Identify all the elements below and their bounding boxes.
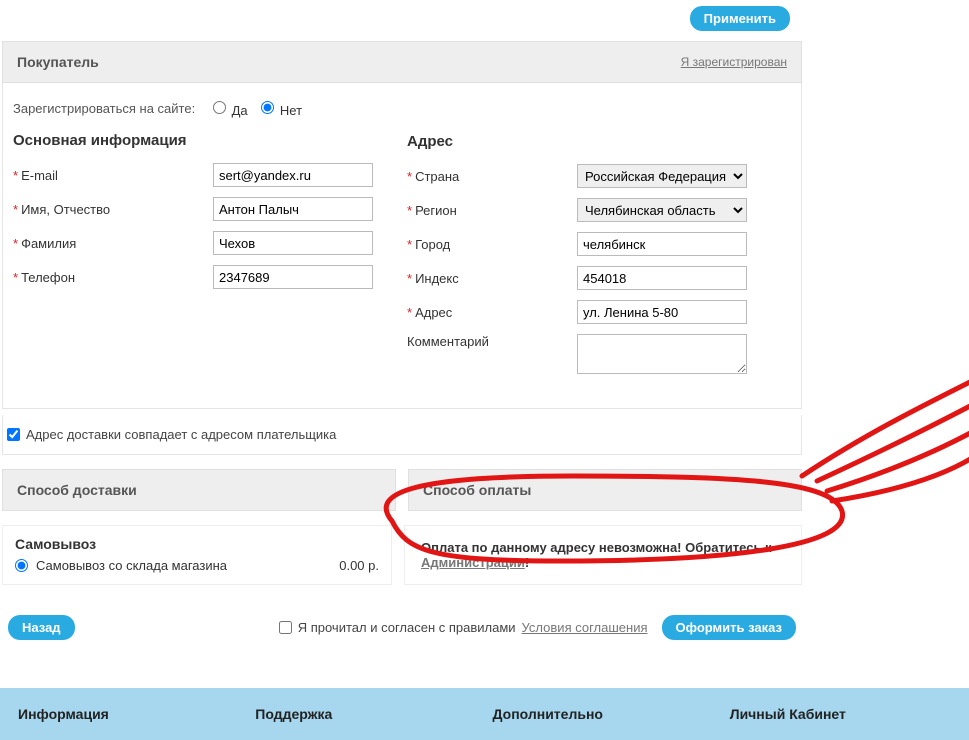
- region-label: Регион: [415, 203, 457, 218]
- registered-link[interactable]: Я зарегистрирован: [681, 55, 787, 69]
- agree-text: Я прочитал и согласен с правилами: [298, 620, 516, 635]
- city-label: Город: [415, 237, 450, 252]
- submit-order-button[interactable]: Оформить заказ: [662, 615, 796, 640]
- country-label: Страна: [415, 169, 459, 184]
- same-address-label: Адрес доставки совпадает с адресом плате…: [26, 427, 336, 442]
- admin-link[interactable]: Администрации: [421, 555, 525, 570]
- main-info-heading: Основная информация: [13, 132, 382, 149]
- register-yes-label: Да: [232, 103, 248, 118]
- surname-field[interactable]: [213, 231, 373, 255]
- name-label: Имя, Отчество: [21, 202, 110, 217]
- email-label: E-mail: [21, 168, 58, 183]
- email-field[interactable]: [213, 163, 373, 187]
- comment-field[interactable]: [577, 334, 747, 374]
- buyer-title: Покупатель: [17, 54, 99, 70]
- city-field[interactable]: [577, 232, 747, 256]
- terms-link[interactable]: Условия соглашения: [522, 620, 648, 635]
- name-field[interactable]: [213, 197, 373, 221]
- footer-col-info: Информация: [10, 706, 247, 722]
- register-no-label: Нет: [280, 103, 302, 118]
- addr-line-field[interactable]: [577, 300, 747, 324]
- country-select[interactable]: Российская Федерация: [577, 164, 747, 188]
- shipping-method-header: Способ доставки: [2, 469, 396, 511]
- same-address-checkbox[interactable]: [7, 428, 20, 441]
- pickup-label: Самовывоз со склада магазина: [36, 558, 227, 573]
- address-heading: Адрес: [407, 133, 791, 150]
- pickup-price: 0.00 р.: [339, 558, 379, 573]
- register-no-radio[interactable]: [261, 101, 274, 114]
- payment-warning-text: Оплата по данному адресу невозможна! Обр…: [421, 540, 772, 555]
- back-button[interactable]: Назад: [8, 615, 75, 640]
- register-yes-radio[interactable]: [213, 101, 226, 114]
- comment-label: Комментарий: [407, 334, 489, 349]
- footer-col-additional: Дополнительно: [485, 706, 722, 722]
- footer-col-support: Поддержка: [247, 706, 484, 722]
- footer: Информация Поддержка Дополнительно Личны…: [0, 688, 969, 740]
- register-label: Зарегистрироваться на сайте:: [13, 101, 213, 118]
- payment-exclam: !: [525, 555, 529, 570]
- buyer-panel-header: Покупатель Я зарегистрирован: [2, 41, 802, 83]
- payment-box: Оплата по данному адресу невозможна! Обр…: [404, 525, 802, 585]
- payment-method-header: Способ оплаты: [408, 469, 802, 511]
- region-select[interactable]: Челябинская область: [577, 198, 747, 222]
- footer-col-account: Личный Кабинет: [722, 706, 959, 722]
- addr-line-label: Адрес: [415, 305, 452, 320]
- shipping-box: Самовывоз Самовывоз со склада магазина 0…: [2, 525, 392, 585]
- agree-checkbox[interactable]: [279, 621, 292, 634]
- phone-label: Телефон: [21, 270, 75, 285]
- shipping-subtitle: Самовывоз: [15, 536, 379, 552]
- pickup-radio[interactable]: [15, 559, 28, 572]
- buyer-form: Зарегистрироваться на сайте: Да Нет Осно…: [2, 83, 802, 409]
- index-field[interactable]: [577, 266, 747, 290]
- phone-field[interactable]: [213, 265, 373, 289]
- apply-button[interactable]: Применить: [690, 6, 790, 31]
- index-label: Индекс: [415, 271, 459, 286]
- surname-label: Фамилия: [21, 236, 76, 251]
